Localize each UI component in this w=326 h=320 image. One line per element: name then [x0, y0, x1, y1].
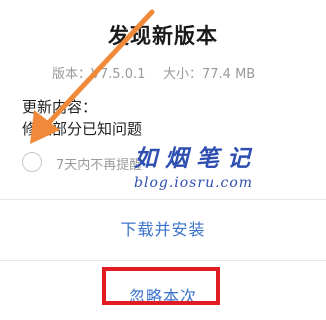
highlight-annotation: [102, 267, 220, 305]
remind-option-label: 7天内不再提醒: [56, 158, 143, 173]
dialog-title: 发现新版本: [108, 24, 218, 48]
version-info: 版本：V7.5.0.1: [52, 67, 146, 82]
watermark-url: blog.iosru.com: [134, 175, 254, 191]
divider: [0, 199, 326, 200]
watermark: 如烟笔记 blog.iosru.com: [134, 139, 264, 191]
watermark-title: 如烟笔记: [134, 145, 258, 172]
divider: [0, 260, 326, 261]
size-info: 大小：77.4 MB: [163, 67, 256, 82]
changelog-heading: 更新内容：: [22, 98, 98, 116]
changelog-item: 修复部分已知问题: [22, 120, 143, 138]
radio-button[interactable]: [22, 152, 42, 172]
install-button[interactable]: 下载并安装: [0, 216, 326, 240]
